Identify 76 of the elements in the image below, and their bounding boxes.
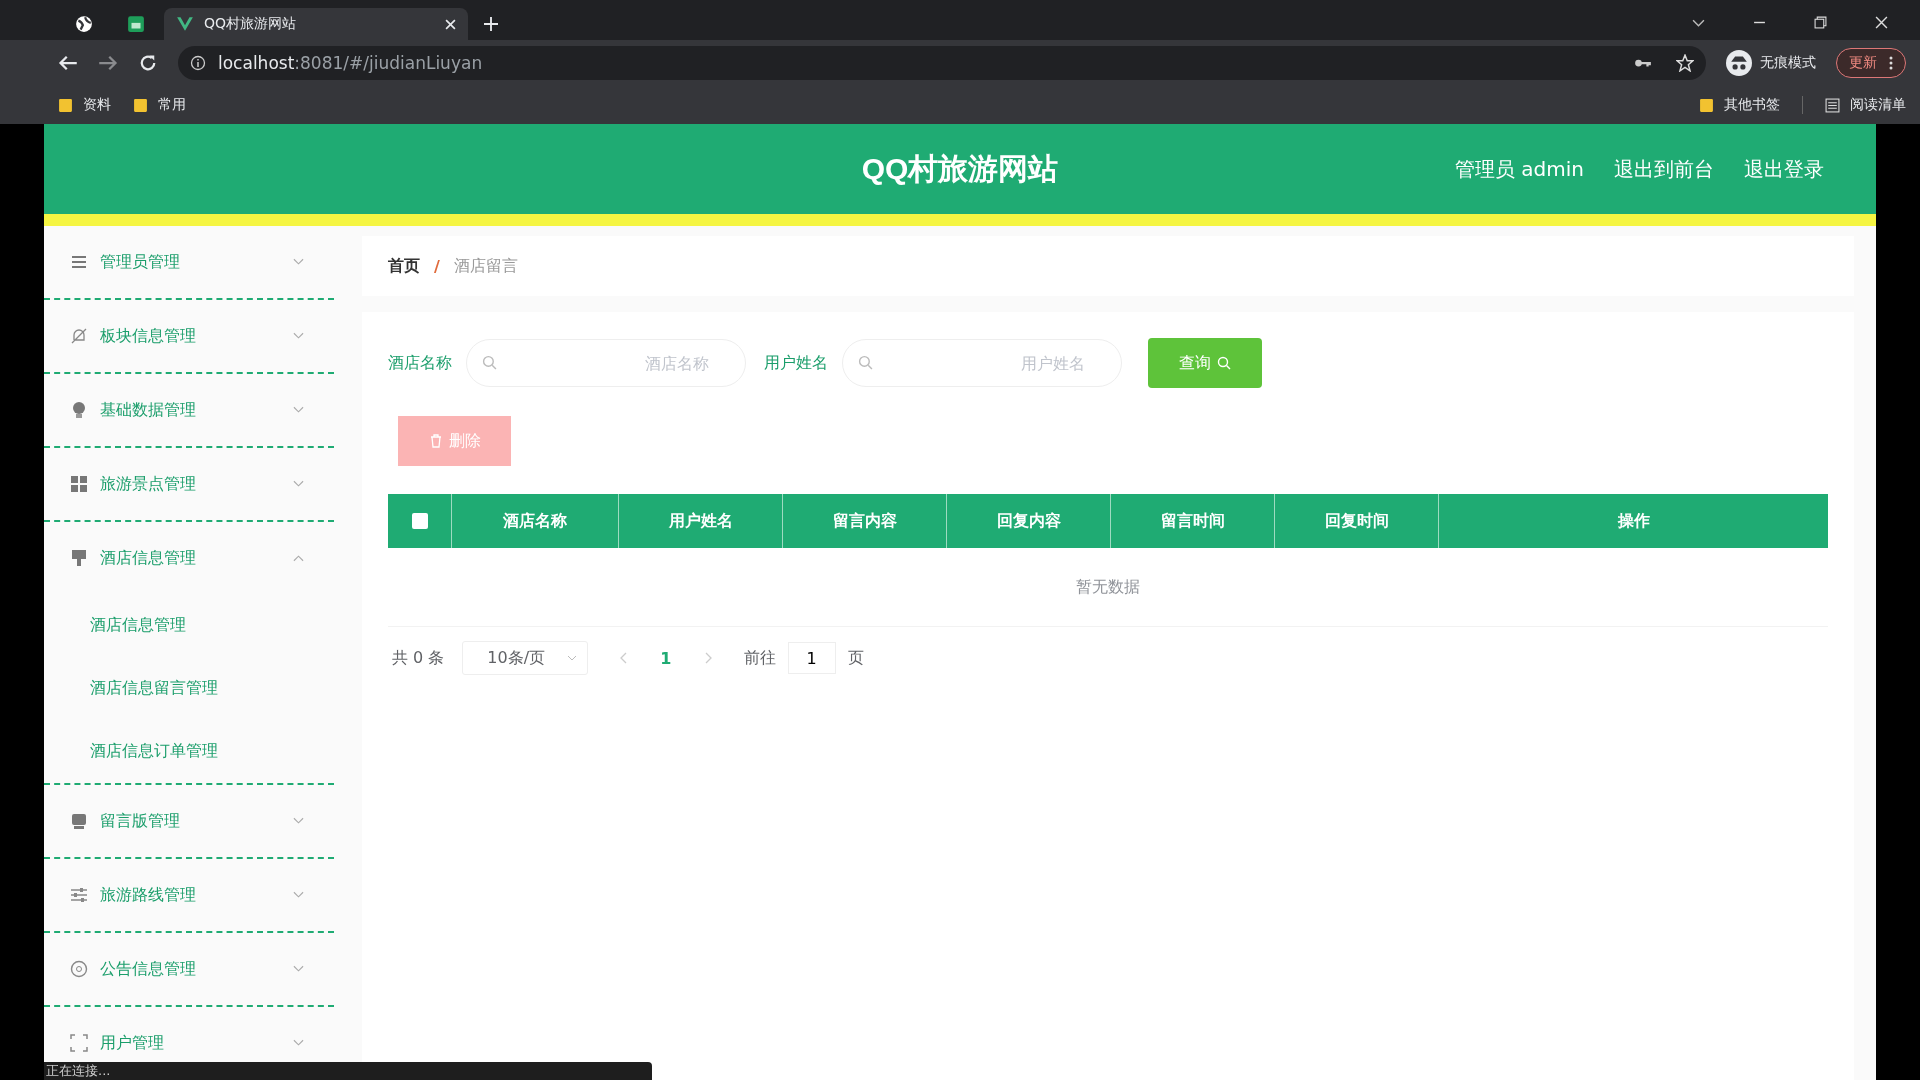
select-all-checkbox[interactable]: [411, 513, 428, 529]
search-button[interactable]: 查询: [1148, 338, 1262, 388]
update-button[interactable]: 更新: [1836, 48, 1906, 78]
close-icon[interactable]: [1875, 16, 1888, 29]
column-header: 酒店名称: [452, 494, 619, 548]
breadcrumb-separator: /: [434, 256, 440, 276]
field-label: 用户姓名: [764, 352, 828, 374]
bookmark[interactable]: 其他书签: [1699, 96, 1780, 114]
v-logo-icon: [176, 15, 194, 33]
menu-item[interactable]: 公告信息管理: [44, 933, 334, 1005]
header-link[interactable]: 退出登录: [1744, 155, 1824, 183]
menu-item[interactable]: 旅游景点管理: [44, 448, 334, 520]
submenu-item[interactable]: 酒店信息管理: [44, 594, 334, 657]
reload-icon[interactable]: [138, 53, 158, 73]
menu-item[interactable]: 管理员管理: [44, 226, 334, 298]
header-link[interactable]: 退出到前台: [1614, 155, 1714, 183]
menu-item[interactable]: 留言版管理: [44, 785, 334, 857]
compass-icon: [70, 960, 88, 978]
column-header: 留言时间: [1111, 494, 1275, 548]
chevron-down-icon: [567, 655, 578, 661]
forward-icon[interactable]: [98, 53, 118, 73]
submenu-item[interactable]: 酒店信息订单管理: [44, 720, 334, 783]
field-label: 酒店名称: [388, 352, 452, 374]
more-icon: [1889, 56, 1893, 70]
submenu-item[interactable]: 酒店信息留言管理: [44, 657, 334, 720]
incognito-badge[interactable]: 无痕模式: [1726, 50, 1816, 76]
search-field[interactable]: 用户姓名: [842, 339, 1122, 387]
page-size-select[interactable]: 10条/页: [462, 641, 589, 675]
folder-icon: [1699, 97, 1714, 113]
search-icon: [858, 355, 873, 370]
address-field[interactable]: localhost:8081/#/jiudianLiuyan: [178, 46, 1706, 80]
trash-icon: [428, 434, 443, 448]
menu-item[interactable]: 基础数据管理: [44, 374, 334, 446]
page-input[interactable]: 1: [787, 642, 836, 674]
column-header: 操作: [1616, 509, 1651, 532]
column-header: 回复时间: [1275, 494, 1439, 548]
column-header: 留言内容: [783, 494, 947, 548]
menu-item[interactable]: 板块信息管理: [44, 300, 334, 372]
bookmark[interactable]: 常用: [133, 96, 186, 114]
bookmark[interactable]: 资料: [58, 96, 111, 114]
page-number[interactable]: 1: [660, 648, 672, 668]
page-label: 页: [847, 647, 864, 669]
monitor-icon: [70, 812, 88, 830]
back-icon[interactable]: [58, 53, 78, 73]
frame-icon: [70, 1034, 88, 1052]
menu-item[interactable]: 酒店信息管理: [44, 522, 334, 594]
grid-icon: [70, 475, 88, 493]
header-link[interactable]: 管理员 admin: [1454, 155, 1584, 183]
search-field[interactable]: 酒店名称: [466, 339, 746, 387]
goto-label: 前往: [743, 647, 776, 669]
breadcrumb-link[interactable]: 首页: [388, 255, 420, 277]
empty-message: 暂无数据: [1076, 576, 1140, 598]
list-icon: [1825, 97, 1840, 113]
list-icon: [70, 253, 88, 271]
incognito-icon: [1726, 50, 1752, 76]
search-icon: [482, 355, 497, 370]
column-header: 回复内容: [947, 494, 1111, 548]
site-title: QQ村旅游网站: [861, 150, 1059, 187]
close-icon[interactable]: [445, 18, 456, 30]
restore-icon[interactable]: [1814, 16, 1827, 29]
browser-tab[interactable]: QQ村旅游网站: [164, 8, 468, 40]
new-tab-icon[interactable]: [484, 17, 498, 31]
total-count: 共 0 条: [392, 647, 445, 669]
spreadsheet-icon: [127, 15, 145, 33]
reading-list-button[interactable]: 阅读清单: [1825, 96, 1906, 114]
bell-off-icon: [70, 327, 88, 345]
menu-item[interactable]: 旅游路线管理: [44, 859, 334, 931]
folder-icon: [58, 97, 73, 113]
status-tooltip: 正在连接...: [44, 1062, 652, 1080]
column-header: 用户姓名: [619, 494, 783, 548]
search-icon: [1217, 356, 1231, 370]
bulb-icon: [70, 401, 88, 419]
star-icon[interactable]: [1676, 54, 1694, 72]
sliders-icon: [70, 886, 88, 904]
folder-icon: [133, 97, 148, 113]
info-icon: [190, 55, 206, 71]
